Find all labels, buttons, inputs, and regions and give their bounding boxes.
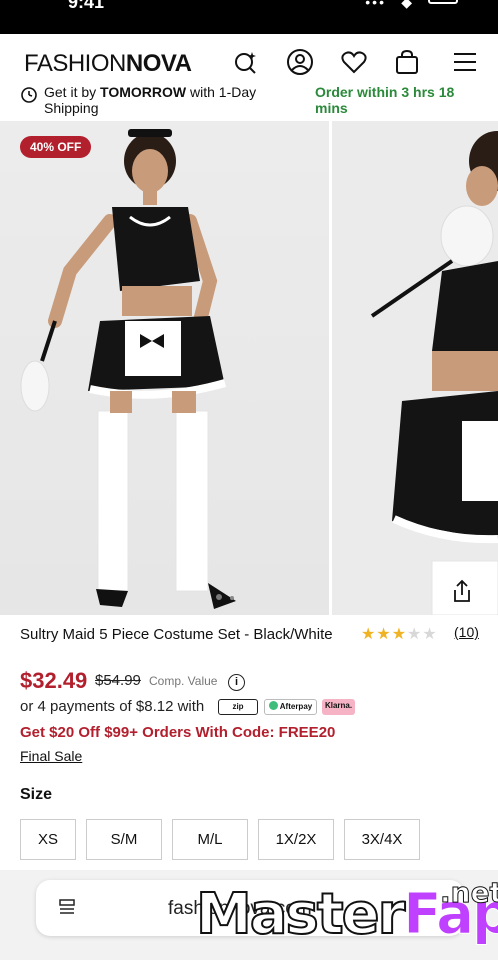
sparkle-search-icon[interactable] xyxy=(232,48,260,76)
info-icon[interactable]: i xyxy=(228,674,245,691)
size-option-xs[interactable]: XS xyxy=(20,819,76,860)
ship-day: TOMORROW xyxy=(100,84,187,100)
klarna-logo[interactable]: Klarna. xyxy=(322,699,355,715)
size-option-1x2x[interactable]: 1X/2X xyxy=(258,819,334,860)
menu-icon[interactable] xyxy=(451,48,479,76)
carousel-dot-active[interactable] xyxy=(216,594,222,600)
share-icon[interactable] xyxy=(448,577,476,605)
carousel-dot[interactable] xyxy=(230,596,234,600)
product-image-2[interactable] xyxy=(332,121,498,615)
star-empty-icon: ★ xyxy=(407,626,422,643)
brand-logo[interactable]: FASHIONNOVA xyxy=(24,50,192,78)
afterpay-icon xyxy=(268,701,278,710)
logo-nova: NOVA xyxy=(125,50,192,77)
logo-fashion: FASHION xyxy=(24,50,126,77)
watermark-logo: MasterFap .net xyxy=(195,876,498,960)
account-icon[interactable] xyxy=(286,48,314,76)
installments-text: or 4 payments of $8.12 with xyxy=(20,698,205,715)
product-gallery[interactable]: 40% OFF xyxy=(0,121,498,615)
size-label: Size xyxy=(20,786,53,803)
star-empty-icon: ★ xyxy=(422,626,437,643)
product-image-1[interactable] xyxy=(0,121,329,615)
model-figure-front xyxy=(20,129,236,609)
status-time: 9:41 xyxy=(68,0,105,12)
product-title: Sultry Maid 5 Piece Costume Set - Black/… xyxy=(20,626,333,643)
clock-icon xyxy=(20,86,38,104)
final-sale-link[interactable]: Final Sale xyxy=(20,748,82,764)
star-icon: ★ xyxy=(361,626,376,643)
zip-logo[interactable]: zip xyxy=(218,699,258,715)
model-figure-side xyxy=(370,131,498,615)
ship-prefix: Get it by xyxy=(44,84,101,100)
afterpay-logo[interactable]: Afterpay xyxy=(264,699,317,715)
afterpay-label: Afterpay xyxy=(279,702,313,711)
bag-icon[interactable] xyxy=(393,48,421,76)
carousel-dots[interactable] xyxy=(216,587,242,605)
star-icon: ★ xyxy=(391,626,407,643)
tab-overview-icon[interactable] xyxy=(58,898,76,918)
order-countdown: Order within 3 hrs 18 mins xyxy=(315,84,455,116)
watermark-part3: .net xyxy=(440,876,498,910)
wifi-icon: ◆ xyxy=(401,0,412,10)
site-header: FASHIONNOVA xyxy=(0,34,498,90)
heart-icon[interactable] xyxy=(340,48,368,76)
review-count-link[interactable]: (10) xyxy=(454,624,479,640)
status-bar: 9:41 ••• ◆ xyxy=(0,0,498,34)
size-option-sm[interactable]: S/M xyxy=(86,819,162,860)
size-option-ml[interactable]: M/L xyxy=(172,819,248,860)
sale-price: $32.49 xyxy=(20,668,88,693)
watermark-part1: Master xyxy=(195,881,406,948)
battery-icon xyxy=(428,0,458,4)
star-rating[interactable]: ★★★★★ xyxy=(361,624,438,643)
signal-icon: ••• xyxy=(365,0,386,10)
promo-code-text: Get $20 Off $99+ Orders With Code: FREE2… xyxy=(20,724,336,741)
discount-badge: 40% OFF xyxy=(20,136,92,158)
comp-value-label: Comp. Value xyxy=(149,674,218,688)
original-price: $54.99 xyxy=(95,672,141,689)
star-icon: ★ xyxy=(376,626,391,643)
shipping-banner: Get it by TOMORROW with 1-Day Shipping O… xyxy=(0,84,498,120)
size-option-3x4x[interactable]: 3X/4X xyxy=(344,819,420,860)
